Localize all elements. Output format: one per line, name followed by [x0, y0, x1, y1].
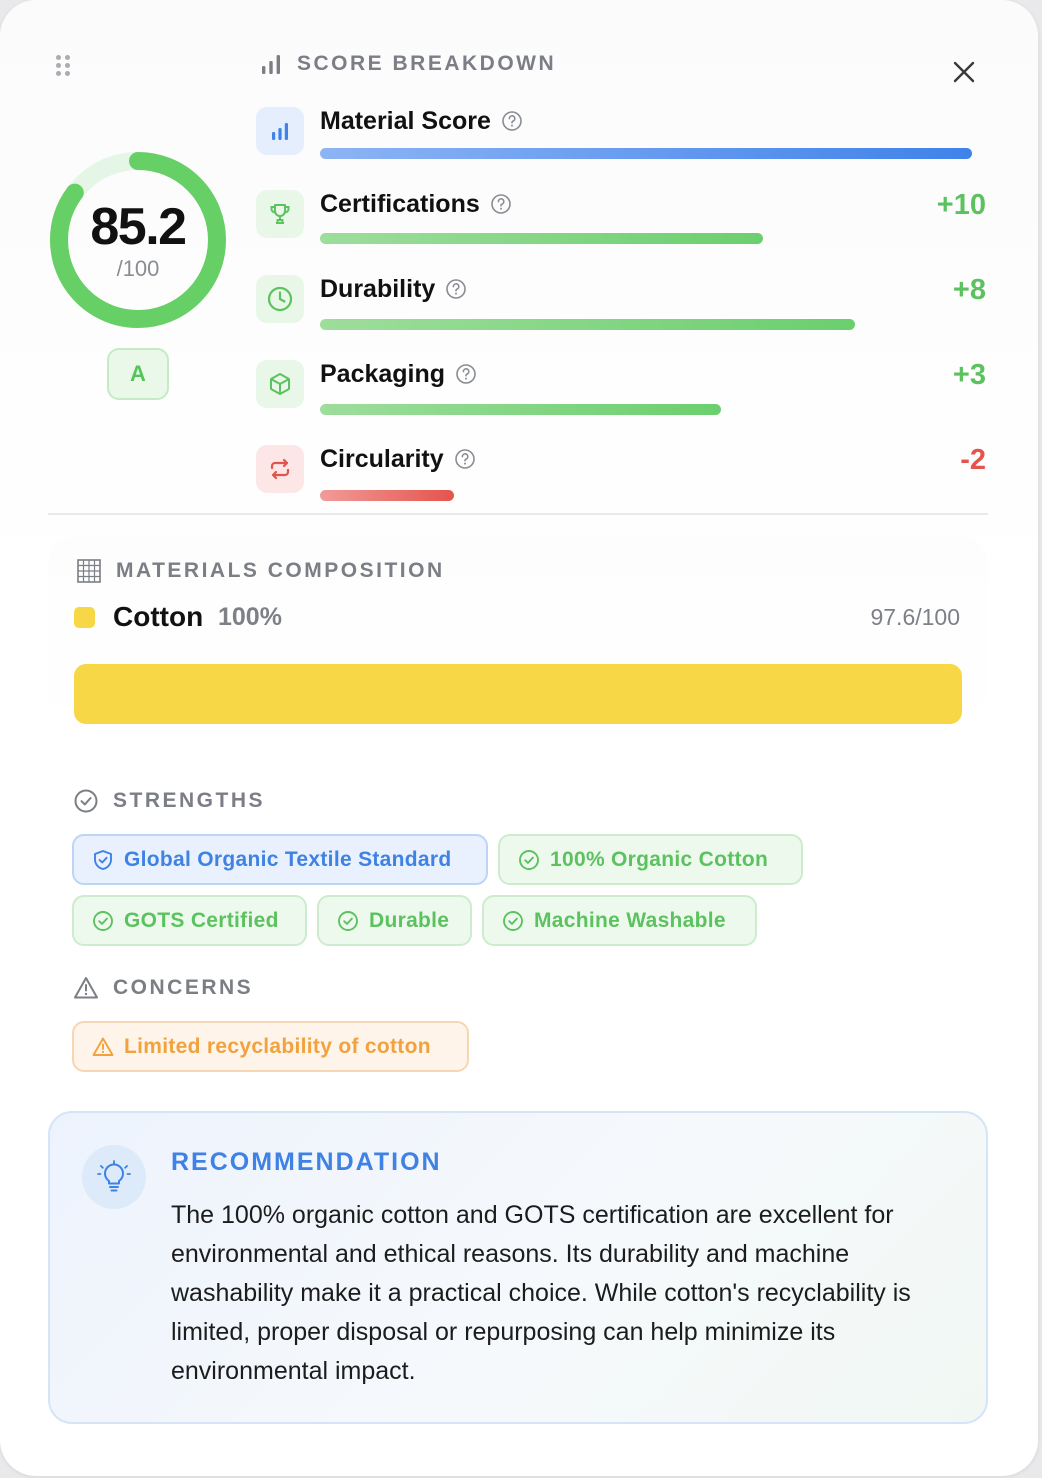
circularity-delta: -2 [960, 444, 986, 476]
material-percent-bar [74, 664, 962, 724]
strength-chip-label: Durable [369, 908, 450, 932]
trophy-icon [270, 204, 290, 224]
materials-heading: MATERIALS COMPOSITION [76, 558, 445, 584]
packaging-delta: +3 [952, 359, 986, 391]
divider [48, 513, 988, 515]
help-icon[interactable] [445, 278, 467, 300]
material-score-icon-box [256, 107, 304, 155]
certifications-label: Certifications [320, 190, 480, 218]
grid-icon [77, 559, 101, 583]
concern-chip-label: Limited recyclability of cotton [124, 1034, 431, 1058]
concerns-title: CONCERNS [113, 976, 254, 999]
check-circle-icon [338, 910, 358, 931]
score-breakdown-heading: SCORE BREAKDOWN [259, 52, 556, 76]
strength-chip: Machine Washable [482, 895, 757, 946]
overall-score: 85.2 [90, 198, 187, 256]
score-breakdown-title: SCORE BREAKDOWN [297, 52, 557, 75]
strength-chip-label: Machine Washable [534, 908, 726, 932]
lightbulb-icon [97, 1160, 131, 1192]
strength-chip: 100% Organic Cotton [498, 834, 803, 885]
material-score-bar [320, 148, 972, 159]
recommendation-text: The 100% organic cotton and GOTS certifi… [171, 1201, 911, 1385]
check-circle-icon [503, 910, 523, 931]
cotton-swatch [74, 607, 95, 628]
warning-icon [92, 1037, 114, 1056]
overall-score-max: /100 [116, 256, 160, 281]
check-circle-icon [519, 849, 539, 870]
concerns-heading: CONCERNS [73, 975, 253, 1001]
durability-delta: +8 [952, 274, 986, 306]
packaging-icon-box [256, 360, 304, 408]
concern-chip: Limited recyclability of cotton [72, 1021, 469, 1072]
strength-chip: GOTS Certified [72, 895, 307, 946]
help-icon[interactable] [454, 448, 476, 470]
grade-badge: A [107, 348, 169, 400]
certifications-delta: +10 [936, 189, 986, 221]
strength-chip-label: GOTS Certified [124, 908, 279, 932]
bar-chart-icon [272, 123, 288, 140]
durability-bar [320, 319, 855, 330]
shield-icon [94, 849, 112, 870]
materials-title: MATERIALS COMPOSITION [116, 559, 445, 582]
lightbulb-icon-wrap [82, 1145, 146, 1209]
material-percent: 100% [218, 603, 282, 631]
durability-label: Durability [320, 275, 436, 303]
circularity-label: Circularity [320, 445, 444, 473]
strengths-title: STRENGTHS [113, 789, 266, 812]
material-score-row: Material Score [320, 105, 523, 137]
durability-icon-box [256, 275, 304, 323]
check-circle-icon [74, 789, 98, 813]
warning-icon [74, 977, 98, 999]
help-icon[interactable] [501, 110, 523, 132]
check-circle-icon [93, 910, 113, 931]
strength-chip: Global Organic Textile Standard [72, 834, 488, 885]
circularity-icon-box [256, 445, 304, 493]
packaging-bar [320, 404, 721, 415]
circularity-bar [320, 490, 454, 501]
certifications-row: Certifications [320, 188, 512, 220]
strength-chip: Durable [317, 895, 472, 946]
certifications-bar [320, 233, 763, 244]
packaging-row: Packaging [320, 358, 477, 390]
close-button[interactable] [950, 58, 978, 86]
strength-chip-label: Global Organic Textile Standard [124, 847, 452, 871]
box-icon [270, 373, 290, 395]
score-panel: 85.2 /100 A SCORE BREAKDOWN Material Sco… [0, 0, 1038, 1476]
repeat-icon [270, 458, 290, 480]
material-score-value: 97.6/100 [870, 604, 960, 630]
help-icon[interactable] [490, 193, 512, 215]
certifications-icon-box [256, 190, 304, 238]
close-icon[interactable] [950, 58, 978, 86]
drag-handle-icon[interactable] [55, 55, 73, 77]
bar-chart-icon [262, 55, 280, 74]
circularity-row: Circularity [320, 443, 476, 475]
strength-chip-label: 100% Organic Cotton [550, 847, 769, 871]
clock-icon [267, 286, 293, 312]
recommendation-title: RECOMMENDATION [171, 1148, 442, 1176]
packaging-label: Packaging [320, 360, 446, 388]
help-icon[interactable] [455, 363, 477, 385]
material-name: Cotton [113, 601, 204, 632]
durability-row: Durability [320, 273, 467, 305]
material-score-label: Material Score [320, 107, 491, 135]
strengths-heading: STRENGTHS [73, 788, 265, 814]
